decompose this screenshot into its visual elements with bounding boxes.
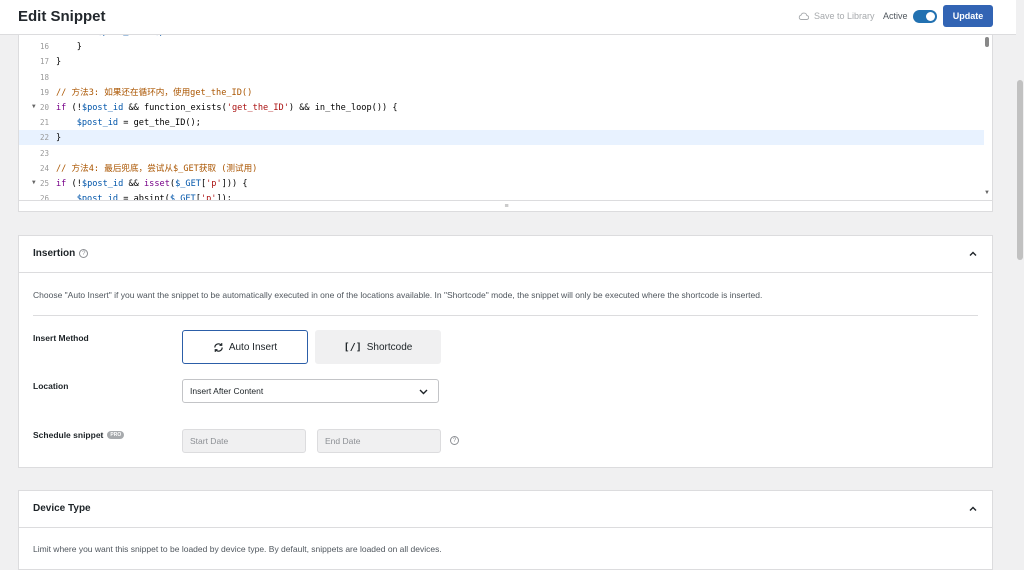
update-button[interactable]: Update bbox=[943, 5, 993, 27]
code-line[interactable]: 22} bbox=[19, 130, 984, 146]
device-type-card: Device Type Limit where you want this sn… bbox=[18, 490, 993, 570]
insertion-title: Insertion bbox=[33, 248, 76, 259]
fold-arrow-icon[interactable]: ▼ bbox=[32, 103, 36, 110]
editor-scrollbar[interactable]: ▼ bbox=[982, 35, 992, 200]
code-text: } bbox=[56, 132, 62, 143]
location-label: Location bbox=[33, 381, 69, 391]
device-type-header[interactable]: Device Type bbox=[19, 491, 992, 528]
code-text: // 方法4: 最后兜底，尝试从$_GET获取 (测试用) bbox=[56, 164, 258, 175]
code-text: // 方法3: 如果还在循环内，使用get_the_ID() bbox=[56, 88, 253, 99]
code-text: $post_id = get_the_ID(); bbox=[76, 117, 201, 128]
code-line[interactable]: 21 $post_id = get_the_ID(); bbox=[19, 115, 984, 130]
chevron-down-icon bbox=[419, 389, 428, 395]
code-line[interactable]: 19 // 方法3: 如果还在循环内，使用get_the_ID() bbox=[19, 85, 984, 100]
location-select[interactable]: Insert After Content bbox=[182, 379, 439, 403]
schedule-snippet-label: Schedule snippet PRO bbox=[33, 430, 125, 440]
code-text: if (!$post_id && function_exists('get_th… bbox=[56, 102, 398, 113]
active-label: Active bbox=[883, 11, 908, 21]
code-line[interactable]: 23 bbox=[19, 146, 984, 161]
schedule-help-icon[interactable]: ? bbox=[450, 436, 459, 445]
scroll-down-icon[interactable]: ▼ bbox=[984, 190, 990, 196]
line-number: 23 bbox=[39, 148, 49, 158]
save-to-library-button[interactable]: Save to Library bbox=[798, 11, 875, 21]
line-number: 16 bbox=[39, 42, 49, 52]
auto-insert-button[interactable]: Auto Insert bbox=[182, 330, 308, 364]
editor-scroll-thumb[interactable] bbox=[985, 37, 989, 47]
chevron-up-icon[interactable] bbox=[969, 250, 977, 258]
start-date-input[interactable]: Start Date bbox=[182, 429, 306, 453]
insertion-description: Choose "Auto Insert" if you want the sni… bbox=[33, 290, 763, 300]
line-number: 17 bbox=[39, 57, 49, 67]
save-to-library-label: Save to Library bbox=[814, 11, 875, 21]
chevron-up-icon[interactable] bbox=[969, 505, 977, 513]
divider bbox=[33, 315, 978, 316]
line-number: 21 bbox=[39, 118, 49, 128]
insert-method-label: Insert Method bbox=[33, 333, 89, 343]
code-line[interactable]: 25 ▼ if (!$post_id && isset($_GET['p'])) { bbox=[19, 176, 984, 191]
top-bar: Edit Snippet Save to Library Active Upda… bbox=[0, 0, 1016, 35]
line-number: 15 bbox=[19, 35, 53, 36]
code-line[interactable]: 20 ▼ if (!$post_id && function_exists('get… bbox=[19, 100, 984, 115]
code-text: if (!$post_id && isset($_GET['p'])) { bbox=[56, 178, 248, 189]
page-scrollbar[interactable] bbox=[1016, 0, 1024, 559]
line-number: 22 bbox=[39, 133, 49, 143]
code-text: } bbox=[56, 41, 82, 52]
code-line[interactable]: 18 bbox=[19, 70, 984, 85]
page-scroll-thumb[interactable] bbox=[1017, 80, 1023, 260]
pro-badge: PRO bbox=[107, 431, 125, 439]
insertion-card: Insertion ? Choose "Auto Insert" if you … bbox=[18, 235, 993, 468]
line-number: 20 ▼ bbox=[32, 103, 49, 112]
code-line[interactable]: 17} bbox=[19, 54, 984, 69]
code-area[interactable]: 15 $post_id = $post->ID;16 }17}1819// 方法… bbox=[19, 35, 984, 200]
code-text: } bbox=[56, 56, 62, 67]
shortcode-icon: [/] bbox=[343, 341, 362, 353]
line-number: 24 bbox=[39, 163, 49, 173]
editor-resize-handle[interactable]: ≡ bbox=[19, 200, 992, 211]
page-title: Edit Snippet bbox=[18, 8, 106, 25]
active-toggle[interactable] bbox=[913, 10, 937, 23]
code-line[interactable]: 26 $post_id = absint($_GET['p']); bbox=[19, 191, 984, 200]
cloud-icon bbox=[798, 12, 809, 20]
line-number: 18 bbox=[39, 72, 49, 82]
code-text: $post_id = $post->ID; bbox=[53, 35, 206, 37]
fold-arrow-icon[interactable]: ▼ bbox=[32, 179, 36, 186]
code-editor[interactable]: 15 $post_id = $post->ID;16 }17}1819// 方法… bbox=[18, 35, 993, 212]
line-number: 19 bbox=[39, 87, 49, 97]
refresh-icon bbox=[214, 342, 223, 352]
device-type-title: Device Type bbox=[33, 503, 91, 514]
shortcode-label: Shortcode bbox=[366, 341, 413, 353]
code-line[interactable]: 16 } bbox=[19, 39, 984, 54]
insertion-header[interactable]: Insertion ? bbox=[19, 236, 992, 273]
location-value: Insert After Content bbox=[190, 386, 264, 396]
device-type-description: Limit where you want this snippet to be … bbox=[33, 544, 442, 554]
auto-insert-label: Auto Insert bbox=[228, 341, 278, 353]
line-number: 25 ▼ bbox=[32, 179, 49, 188]
help-icon[interactable]: ? bbox=[79, 249, 89, 258]
shortcode-button[interactable]: [/] Shortcode bbox=[315, 330, 441, 364]
code-line[interactable]: 24 // 方法4: 最后兜底，尝试从$_GET获取 (测试用) bbox=[19, 161, 984, 176]
end-date-input[interactable]: End Date bbox=[317, 429, 441, 453]
